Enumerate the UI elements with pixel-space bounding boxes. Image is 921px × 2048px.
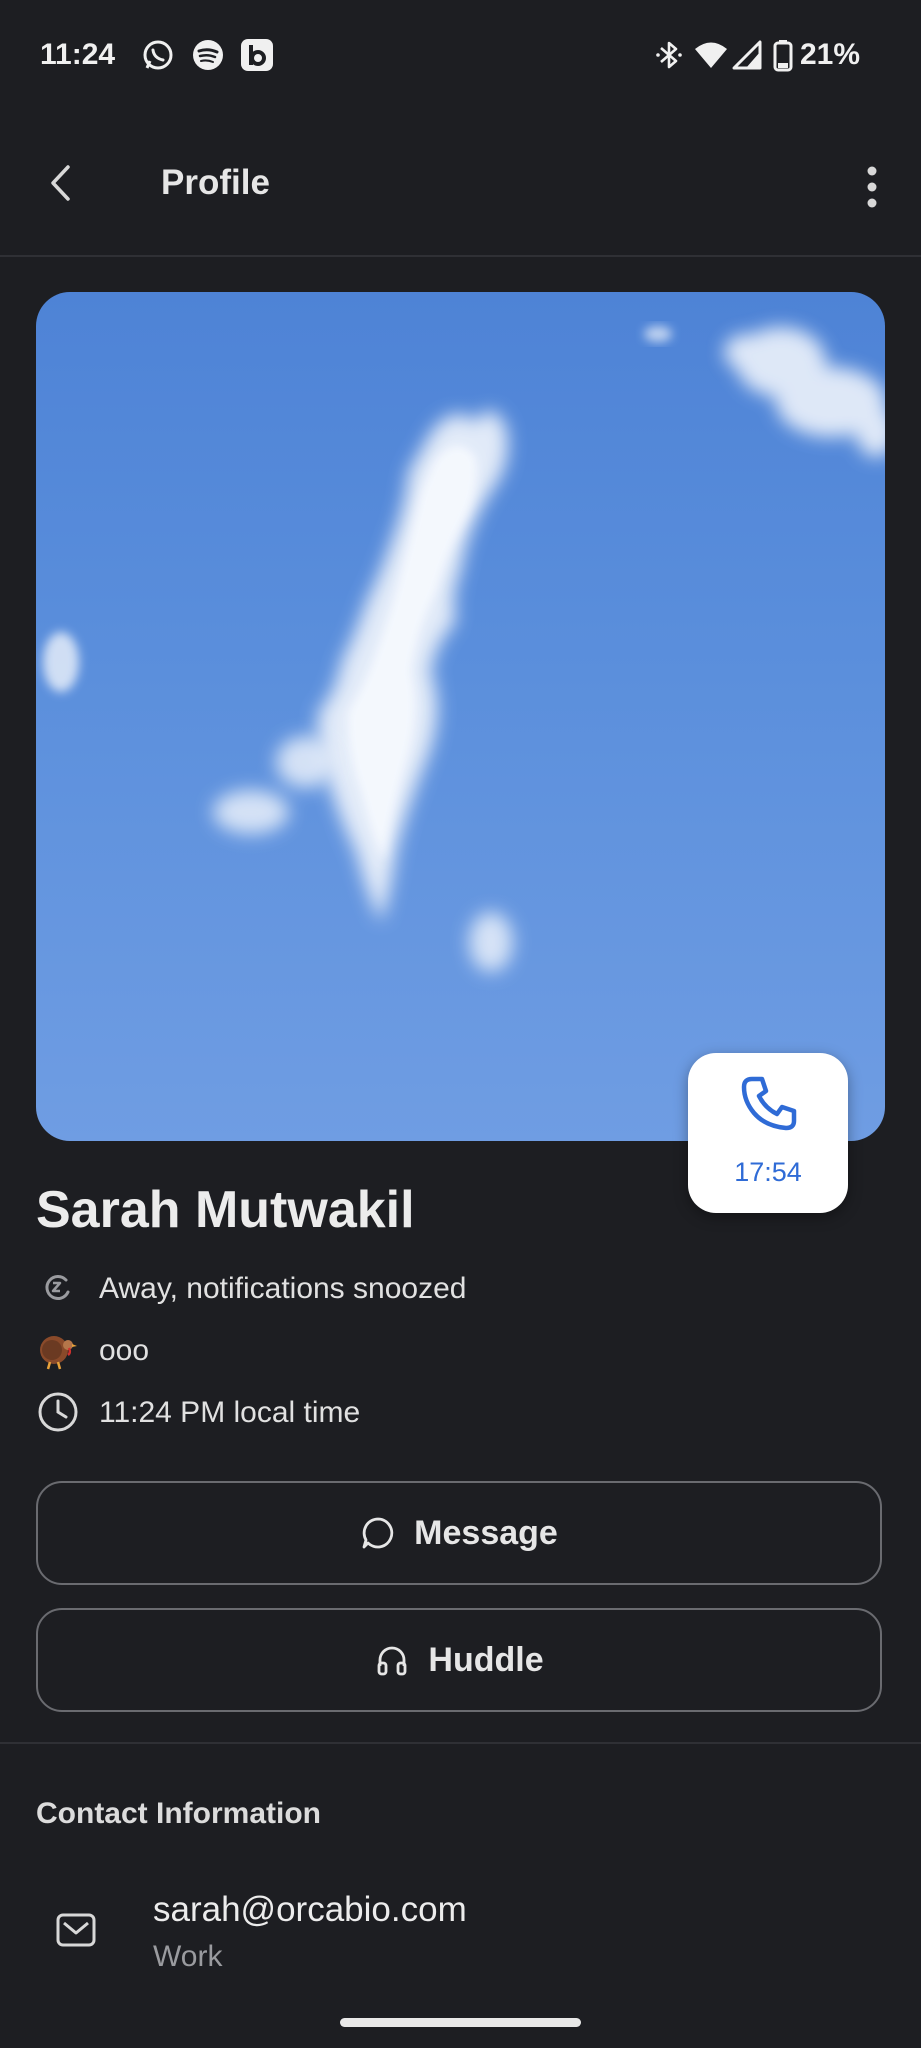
call-duration: 17:54 — [734, 1157, 802, 1187]
email-contact-row[interactable]: sarah@orcabio.com Work — [36, 1880, 885, 1990]
app-bar: Profile — [0, 115, 921, 257]
wifi-icon — [695, 42, 727, 68]
turkey-emoji-icon — [40, 1336, 77, 1370]
clock-icon — [38, 1392, 78, 1432]
huddle-call-card[interactable]: 17:54 — [688, 1053, 848, 1213]
mail-icon — [56, 1913, 96, 1947]
huddle-button-label: Huddle — [428, 1640, 544, 1679]
local-time: 11:24 PM local time — [99, 1396, 361, 1429]
bluetooth-icon — [656, 41, 682, 69]
battery-icon — [773, 40, 793, 72]
profile-screen: 11:24 21% Profile 17:54 Sarah Mutwakil A… — [0, 0, 921, 2048]
status-bar: 11:24 21% — [0, 0, 921, 115]
b-app-icon — [241, 39, 273, 71]
custom-status-text: ooo — [99, 1334, 150, 1367]
whatsapp-icon — [143, 40, 173, 70]
snooze-icon — [45, 1275, 70, 1300]
section-divider — [0, 1742, 921, 1744]
email-address[interactable]: sarah@orcabio.com — [153, 1890, 467, 1930]
back-arrow-icon[interactable] — [36, 157, 88, 209]
presence-status: Away, notifications snoozed — [99, 1272, 467, 1305]
user-name: Sarah Mutwakil — [36, 1181, 415, 1239]
home-indicator[interactable] — [340, 2018, 581, 2027]
message-button-label: Message — [414, 1513, 558, 1552]
profile-photo[interactable] — [36, 292, 885, 1141]
message-bubble-icon — [362, 1517, 394, 1549]
more-options-icon[interactable] — [852, 165, 892, 209]
headphones-icon — [377, 1646, 407, 1676]
status-time: 11:24 — [40, 38, 116, 71]
phone-icon — [741, 1076, 797, 1131]
spotify-icon — [193, 40, 223, 70]
contact-section-title: Contact Information — [36, 1797, 321, 1830]
signal-icon — [732, 40, 762, 70]
page-title: Profile — [161, 163, 270, 202]
message-button[interactable]: Message — [36, 1481, 882, 1585]
cloud-sky-image — [43, 326, 885, 972]
battery-percentage: 21% — [800, 38, 861, 71]
huddle-button[interactable]: Huddle — [36, 1608, 882, 1712]
email-type-label: Work — [153, 1940, 223, 1973]
